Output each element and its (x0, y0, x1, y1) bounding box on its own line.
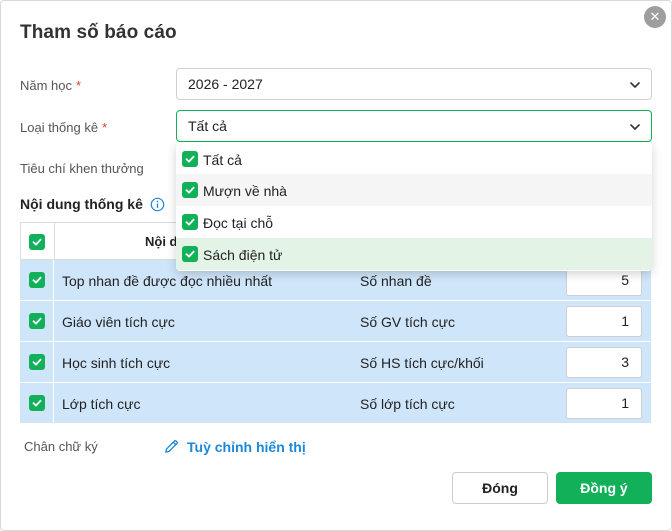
option-label: Sách điện tử (203, 247, 283, 263)
table-row: Giáo viên tích cực Số GV tích cực 1 (20, 301, 651, 342)
check-icon (32, 358, 42, 366)
option-label: Mượn về nhà (203, 183, 287, 199)
dialog-title: Tham số báo cáo (20, 22, 177, 43)
check-icon (32, 317, 42, 325)
stat-type-dropdown: Tất cả Mượn về nhà Đọc tại chỗ Sách điện… (176, 142, 652, 271)
column-header-content: Nội d (145, 234, 178, 249)
option-checkbox[interactable] (182, 214, 198, 230)
school-year-label: Năm học * (20, 78, 82, 93)
school-year-value: 2026 - 2027 (188, 76, 263, 92)
info-icon[interactable] (150, 197, 165, 212)
close-button[interactable]: Đóng (452, 472, 548, 504)
chevron-down-icon (630, 124, 640, 130)
row-metric: Số lớp tích cực (360, 396, 455, 412)
row-checkbox[interactable] (29, 272, 45, 288)
check-icon (32, 276, 42, 284)
dropdown-option-all[interactable]: Tất cả (176, 143, 652, 175)
row-value-input[interactable]: 1 (566, 306, 642, 337)
customize-display-link[interactable]: Tuỳ chỉnh hiển thị (163, 438, 306, 455)
report-params-dialog: Tham số báo cáo ✕ Năm học * 2026 - 2027 L… (0, 0, 672, 531)
check-icon (185, 186, 195, 194)
option-checkbox[interactable] (182, 182, 198, 198)
chevron-down-icon (630, 82, 640, 88)
pencil-icon (165, 439, 179, 453)
reward-criteria-label: Tiêu chí khen thưởng (20, 161, 144, 176)
row-metric: Số HS tích cực/khối (360, 355, 484, 371)
row-name: Học sinh tích cực (62, 355, 171, 371)
required-mark: * (76, 78, 82, 93)
option-label: Tất cả (203, 152, 242, 168)
option-label: Đọc tại chỗ (203, 215, 274, 231)
row-value-input[interactable]: 1 (566, 388, 642, 419)
row-metric: Số GV tích cực (360, 314, 455, 330)
row-value-input[interactable]: 3 (566, 347, 642, 378)
section-title: Nội dung thống kê (20, 196, 165, 212)
check-icon (185, 155, 195, 163)
ok-button[interactable]: Đồng ý (556, 472, 652, 504)
stat-type-value: Tất cả (188, 118, 227, 134)
signature-label: Chân chữ ký (24, 439, 98, 454)
table-row: Lớp tích cực Số lớp tích cực 1 (20, 383, 651, 424)
school-year-select[interactable]: 2026 - 2027 (176, 68, 652, 100)
row-name: Lớp tích cực (62, 396, 141, 412)
stat-type-label: Loại thống kê * (20, 120, 108, 135)
check-icon (32, 238, 42, 246)
row-metric: Số nhan đề (360, 273, 432, 289)
close-icon[interactable]: ✕ (644, 6, 666, 28)
select-all-checkbox[interactable] (29, 234, 45, 250)
dropdown-option-ebook[interactable]: Sách điện tử (176, 238, 652, 270)
row-checkbox[interactable] (29, 354, 45, 370)
option-checkbox[interactable] (182, 246, 198, 262)
dropdown-option-read-onsite[interactable]: Đọc tại chỗ (176, 206, 652, 238)
check-icon (32, 399, 42, 407)
required-mark: * (102, 120, 108, 135)
check-icon (185, 250, 195, 258)
check-icon (185, 218, 195, 226)
row-checkbox[interactable] (29, 395, 45, 411)
row-checkbox[interactable] (29, 313, 45, 329)
dropdown-option-borrow-home[interactable]: Mượn về nhà (176, 174, 652, 206)
row-name: Giáo viên tích cực (62, 314, 175, 330)
table-row: Học sinh tích cực Số HS tích cực/khối 3 (20, 342, 651, 383)
row-name: Top nhan đề được đọc nhiều nhất (62, 273, 273, 289)
stat-type-select[interactable]: Tất cả (176, 110, 652, 142)
option-checkbox[interactable] (182, 151, 198, 167)
